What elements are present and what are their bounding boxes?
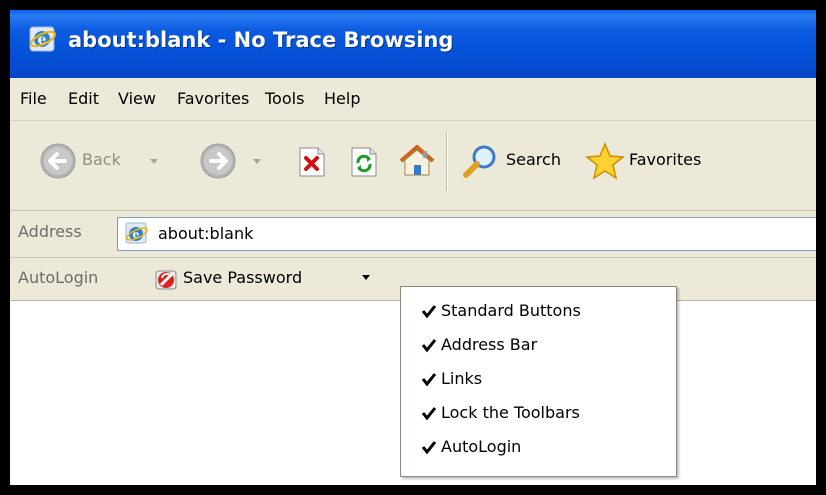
menu-view[interactable]: View [118,89,156,108]
address-bar: Address e about:blank [10,211,816,258]
check-icon [421,337,437,353]
address-label: Address [18,222,82,241]
search-label: Search [506,150,561,169]
autologin-label: AutoLogin [18,268,99,287]
menu-item-standard-buttons[interactable]: Standard Buttons [401,294,676,328]
address-input[interactable]: e about:blank [117,217,816,251]
browser-window: e about:blank - No Trace Browsing File E… [10,10,816,485]
home-icon[interactable] [397,141,437,185]
toolbar-separator [446,131,447,191]
save-password-dropdown-arrow-icon[interactable] [362,275,370,280]
back-icon [38,141,78,185]
menu-help[interactable]: Help [324,89,360,108]
forward-button[interactable] [198,139,278,183]
back-dropdown-arrow-icon[interactable] [150,159,158,164]
menu-item-label: Lock the Toolbars [441,403,580,422]
standard-toolbar: Back Search Favorites [10,121,816,211]
check-icon [421,439,437,455]
back-button[interactable]: Back [32,139,184,183]
menu-item-label: AutoLogin [441,437,522,456]
menu-item-autologin[interactable]: AutoLogin [401,430,676,464]
menu-file[interactable]: File [20,89,47,108]
check-icon [421,405,437,421]
menu-favorites[interactable]: Favorites [177,89,249,108]
search-button[interactable]: Search [460,139,570,183]
menu-item-label: Address Bar [441,335,538,354]
menu-edit[interactable]: Edit [68,89,99,108]
favorites-star-icon [585,141,625,185]
back-label: Back [82,150,121,169]
menu-item-label: Links [441,369,483,388]
favorites-label: Favorites [629,150,702,169]
menu-item-lock-toolbars[interactable]: Lock the Toolbars [401,396,676,430]
favorites-button[interactable]: Favorites [585,139,785,183]
check-icon [421,371,437,387]
window-title: about:blank - No Trace Browsing [68,28,454,52]
menu-item-address-bar[interactable]: Address Bar [401,328,676,362]
forward-dropdown-arrow-icon[interactable] [253,159,261,164]
title-bar[interactable]: e about:blank - No Trace Browsing [10,10,816,78]
toolbar-context-menu: Standard Buttons Address Bar Links Lock … [400,286,677,477]
menu-bar: File Edit View Favorites Tools Help [10,78,816,121]
page-icon: e [124,221,150,251]
ie-logo-icon: e [28,24,58,54]
check-icon [421,303,437,319]
refresh-icon[interactable] [347,145,381,183]
search-icon [460,141,500,185]
address-value: about:blank [158,224,254,243]
menu-item-label: Standard Buttons [441,301,581,320]
save-password-button[interactable]: Save Password [183,268,302,287]
menu-tools[interactable]: Tools [265,89,304,108]
forward-icon [198,141,238,185]
menu-item-links[interactable]: Links [401,362,676,396]
save-password-icon [153,265,181,297]
stop-icon[interactable] [295,145,329,183]
